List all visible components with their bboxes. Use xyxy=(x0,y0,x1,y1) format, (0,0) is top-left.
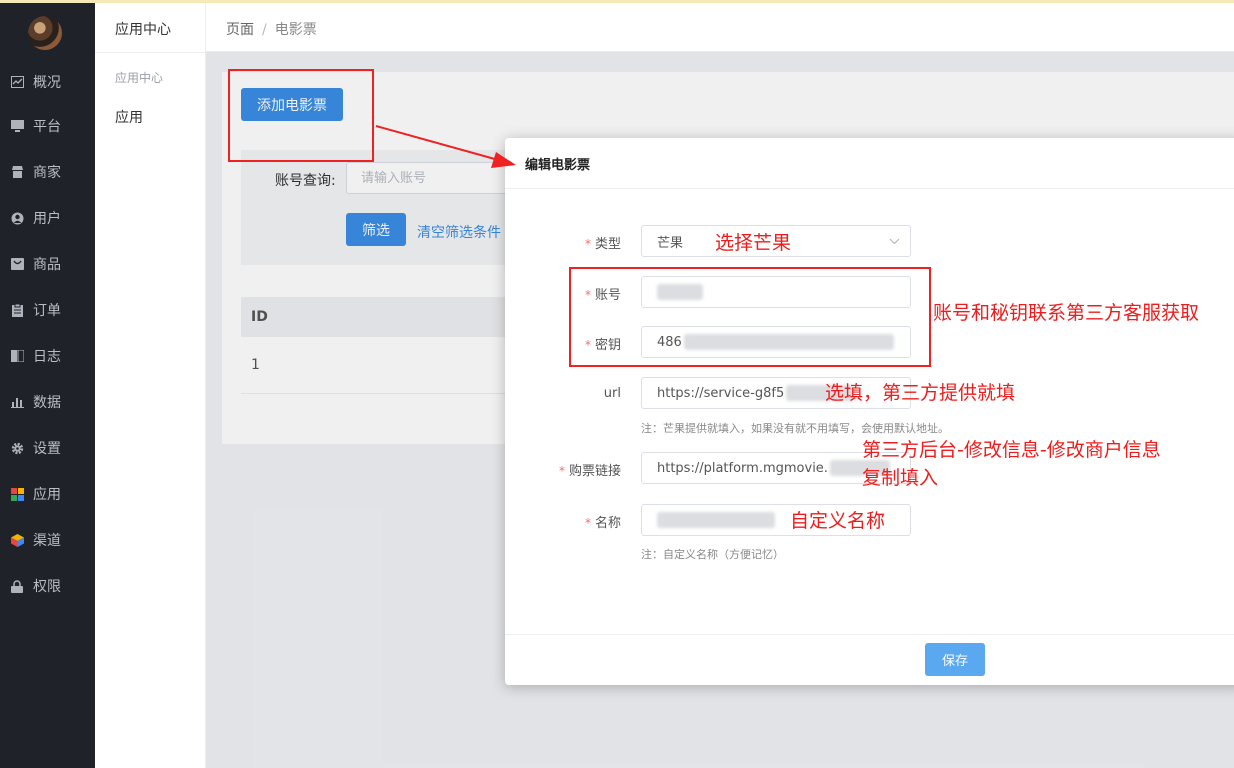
annotation-backend-path: 第三方后台-修改信息-修改商户信息 xyxy=(862,439,1161,461)
annotation-arrow xyxy=(375,125,516,168)
highlight-box-credentials xyxy=(569,267,931,367)
annotation-choose-mango: 选择芒果 xyxy=(715,232,792,254)
annotation-custom-name: 自定义名称 xyxy=(790,510,886,532)
top-accent-line xyxy=(0,0,1234,3)
annotation-account-secret: 账号和秘钥联系第三方客服获取 xyxy=(933,302,1200,324)
annotation-optional: 选填，第三方提供就填 xyxy=(825,382,1016,404)
annotation-copy-fill: 复制填入 xyxy=(862,467,939,489)
